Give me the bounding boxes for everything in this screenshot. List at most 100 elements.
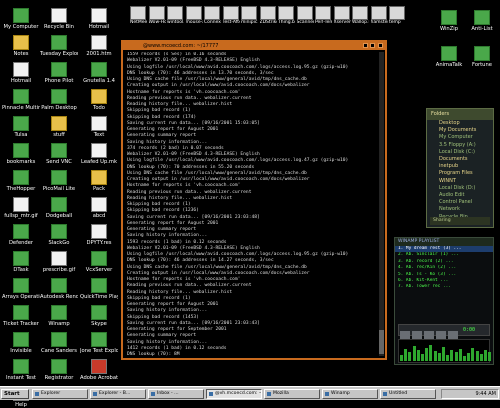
playlist-track[interactable]: 7. Ab. Tower rec ... xyxy=(395,284,493,290)
scrollbar-thumb[interactable] xyxy=(379,330,384,354)
desktop-icon[interactable]: ZDStrike xyxy=(259,6,277,25)
desktop-icon[interactable]: Skype xyxy=(80,305,118,327)
desktop-icon[interactable]: DTask xyxy=(2,251,40,273)
folder-tree-panel[interactable]: Folders Desktop My Documents My Computer 3.… xyxy=(426,108,494,228)
taskbar-button[interactable]: Untitled xyxy=(380,389,436,399)
panel-footer[interactable]: Sharing xyxy=(430,217,490,225)
desktop-icon[interactable]: Arrays Operation xyxy=(2,278,40,300)
desktop-icon[interactable]: Recycle Bin xyxy=(40,8,78,30)
desktop-icon[interactable]: Leafed Up.mk xyxy=(80,143,118,165)
desktop-icon[interactable]: Wallop.lnk xyxy=(352,6,369,25)
desktop-icon[interactable]: NetMeeting.bat xyxy=(130,6,147,25)
desktop-icon[interactable]: Invisible xyxy=(2,332,40,354)
desktop-icon[interactable]: prescribe.gif xyxy=(40,251,78,273)
desktop-icon[interactable]: TheHopper xyxy=(2,170,40,192)
desktop-icon[interactable]: 2001.htm xyxy=(80,35,118,57)
folder-tree-item[interactable]: Audio Edit xyxy=(427,192,493,199)
taskbar-button[interactable]: Explorer - B... xyxy=(90,389,146,399)
taskbar-button[interactable]: Explorer xyxy=(32,389,88,399)
desktop-icon[interactable]: Thing.bmp xyxy=(278,6,295,25)
folder-tree-item[interactable]: Desktop xyxy=(427,120,493,127)
folder-tree-item[interactable]: Network xyxy=(427,206,493,213)
desktop-icon[interactable]: Registrator xyxy=(40,359,78,381)
folder-tree-item[interactable]: Local Disk (D:) xyxy=(427,185,493,192)
desktop-icon[interactable]: Connexus.lnk xyxy=(204,6,221,25)
desktop-icon[interactable]: bookmarks xyxy=(2,143,40,165)
desktop-icon[interactable]: Autodesk Rendering xyxy=(40,278,78,300)
desktop-icon[interactable]: Perl-Temp xyxy=(315,6,332,25)
taskbar-button[interactable]: Mozilla xyxy=(264,389,320,399)
folder-tree-item[interactable]: Local Disk (C:) xyxy=(427,149,493,156)
desktop-icon[interactable]: Ticket Tracker xyxy=(2,305,40,327)
winamp-player[interactable]: WINAMP PLAYLIST 1. My dream rest (3) ...… xyxy=(394,237,494,365)
terminal-output[interactable]: 1559 records (s Ses) in 0.16 seconds Weba… xyxy=(127,52,377,356)
desktop-icon[interactable]: Wow-Hotbox.zip xyxy=(148,6,166,25)
desktop-icon[interactable]: SlackGo xyxy=(40,224,78,246)
close-button[interactable] xyxy=(378,43,383,48)
desktop-icon[interactable]: Anti-List xyxy=(463,10,500,32)
desktop-icon[interactable]: Pack xyxy=(80,170,118,192)
desktop-icon[interactable]: fullsp_mtr.gif xyxy=(2,197,40,219)
desktop-icon[interactable]: wintool.lnk xyxy=(167,6,184,25)
desktop-icon[interactable]: Dodgeball xyxy=(40,197,78,219)
taskbar-button[interactable]: Winamp xyxy=(322,389,378,399)
desktop-icon[interactable]: abcd xyxy=(80,197,118,219)
desktop-icon[interactable]: My Computer xyxy=(2,8,40,30)
desktop-icon[interactable]: Fortune xyxy=(463,46,500,68)
stop-button[interactable] xyxy=(436,331,446,339)
desktop-icon[interactable]: DPYTY.res xyxy=(80,224,118,246)
desktop-icon[interactable]: Jone Test Explosives xyxy=(80,332,118,354)
desktop-icon[interactable]: hamster.gif xyxy=(370,6,388,25)
desktop-icon[interactable]: Palm Desktop xyxy=(40,89,78,111)
desktop-icon[interactable]: Tulsa xyxy=(2,116,40,138)
start-button[interactable]: Start xyxy=(1,389,29,399)
pause-button[interactable] xyxy=(424,331,434,339)
maximize-button[interactable] xyxy=(370,43,376,48)
desktop-icon[interactable]: Scanner-Fog xyxy=(296,6,314,25)
folder-tree-item[interactable]: My Documents xyxy=(427,127,493,134)
desktop-icon[interactable]: PicoMail Lite xyxy=(40,170,78,192)
folder-tree-item[interactable]: Documents xyxy=(427,156,493,163)
desktop-icon[interactable]: temp xyxy=(389,6,406,25)
desktop-icon[interactable]: Winamp xyxy=(40,305,78,327)
desktop-icon[interactable]: Xserver-Pack xyxy=(333,6,351,25)
prev-button[interactable] xyxy=(400,331,410,339)
folder-tree-item[interactable]: WINNT xyxy=(427,178,493,185)
desktop-icon[interactable]: Cane Sanders xyxy=(40,332,78,354)
terminal-title-bar[interactable]: @www.mcoecd.com: ~/17777 xyxy=(123,42,385,50)
taskbar-button[interactable]: @vh.mcoecd.com: ~/... xyxy=(206,389,262,399)
desktop-icon[interactable]: Gnutella 1.4 xyxy=(80,62,118,84)
desktop-icon[interactable]: Pinnacle Multimedia xyxy=(2,89,40,111)
desktop-icon[interactable]: Adobe Acrobat xyxy=(80,359,118,381)
next-button[interactable] xyxy=(448,331,458,339)
play-button[interactable] xyxy=(412,331,422,339)
desktop-icon[interactable]: mouse-ag.exe xyxy=(185,6,203,25)
minimize-button[interactable] xyxy=(362,43,368,48)
desktop-icon[interactable]: Test-AfterBlur xyxy=(222,6,240,25)
taskbar-button[interactable]: Inbox - ... xyxy=(148,389,204,399)
desktop-icon[interactable]: QuickTime Player xyxy=(80,278,118,300)
desktop-icon[interactable]: Hotmail xyxy=(80,8,118,30)
folder-tree-item[interactable]: Program Files xyxy=(427,170,493,177)
desktop-icon[interactable]: Instant Test xyxy=(2,359,40,381)
folder-tree-item[interactable]: Control Panel xyxy=(427,199,493,206)
desktop-icon[interactable]: Todo xyxy=(80,89,118,111)
terminal-window[interactable]: @www.mcoecd.com: ~/17777 1559 records (s… xyxy=(121,40,387,360)
desktop-icon[interactable]: Tuesday Explorer xyxy=(40,35,78,57)
desktop-icon[interactable]: Send VNC xyxy=(40,143,78,165)
folder-tree-item[interactable]: 3.5 Floppy (A:) xyxy=(427,142,493,149)
desktop-icon[interactable]: Hotmail xyxy=(2,62,40,84)
playlist[interactable]: 1. My dream rest (3) ... 2. Ab. Sinclair … xyxy=(395,246,493,291)
desktop-icon-label: Leafed Up.mk xyxy=(81,159,117,165)
desktop-icon[interactable]: Notes xyxy=(2,35,40,57)
desktop-icon[interactable]: stuff xyxy=(40,116,78,138)
folder-tree-list[interactable]: Desktop My Documents My Computer 3.5 Floppy… xyxy=(427,120,493,221)
desktop-icon[interactable]: Text xyxy=(80,116,118,138)
folder-tree-item[interactable]: inetpub xyxy=(427,163,493,170)
desktop-icon[interactable]: VcxServer xyxy=(80,251,118,273)
desktop-icon[interactable]: minipic.gif xyxy=(241,6,258,25)
desktop-icon[interactable]: Phone Pilot xyxy=(40,62,78,84)
desktop-icon[interactable]: Defender xyxy=(2,224,40,246)
terminal-scrollbar[interactable] xyxy=(379,52,384,356)
folder-tree-item[interactable]: My Computer xyxy=(427,134,493,141)
